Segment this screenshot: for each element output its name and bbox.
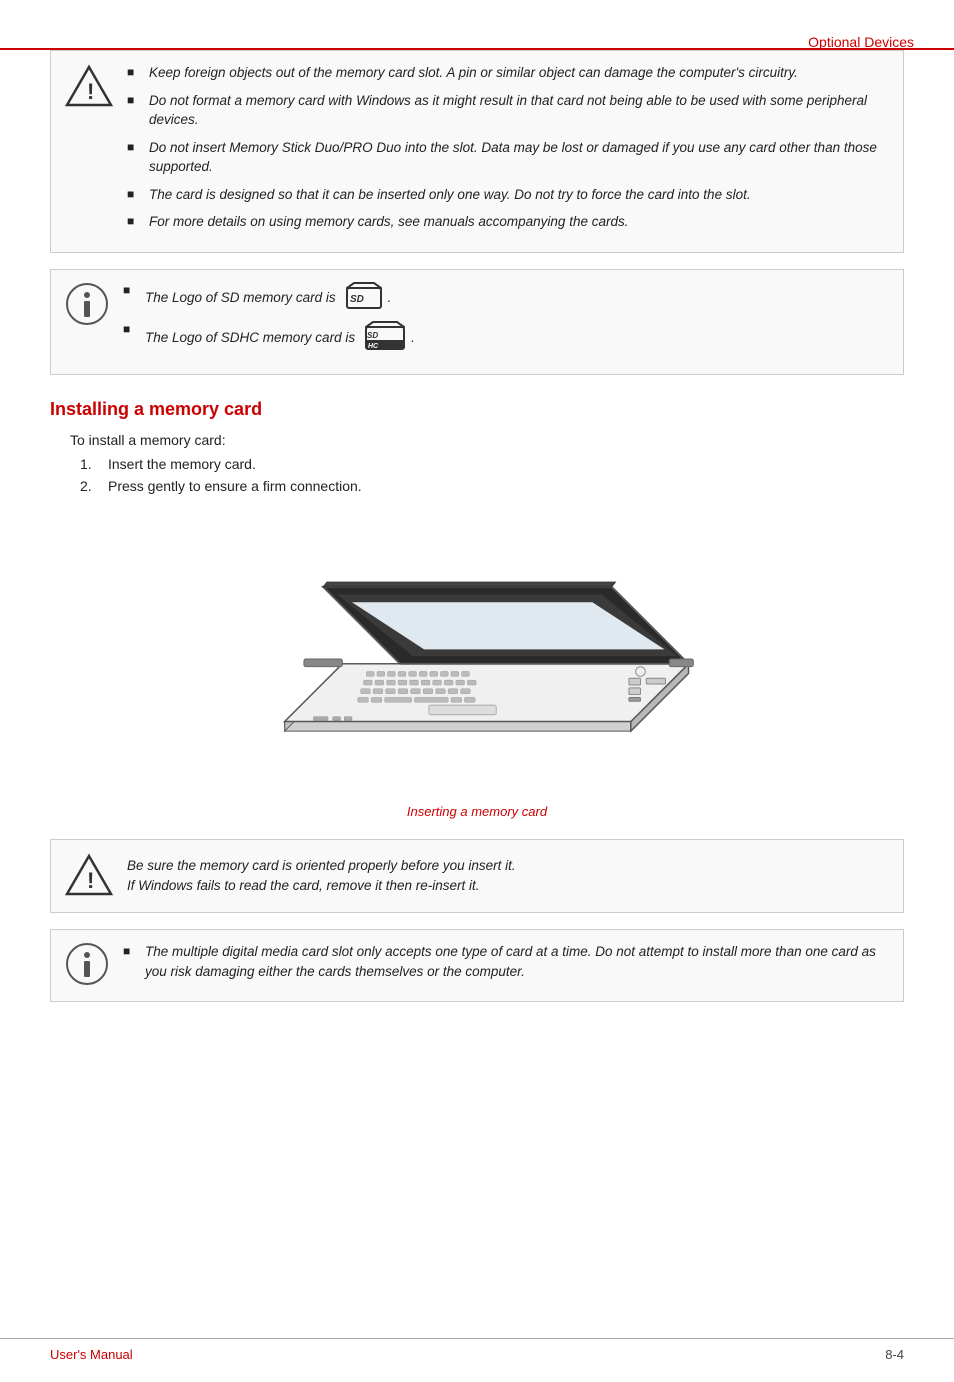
info-icon-2 bbox=[65, 942, 109, 986]
info-list-2: The multiple digital media card slot onl… bbox=[123, 942, 889, 981]
section-title: Optional Devices bbox=[808, 34, 914, 50]
caution-text-content: Be sure the memory card is oriented prop… bbox=[127, 856, 516, 897]
warning-item-1: Keep foreign objects out of the memory c… bbox=[127, 63, 889, 83]
warning-icon: ! bbox=[65, 63, 113, 111]
info-item-sd: The Logo of SD memory card is SD . bbox=[123, 282, 889, 313]
footer-manual-label: User's Manual bbox=[50, 1347, 133, 1362]
main-content: ! Keep foreign objects out of the memory… bbox=[0, 30, 954, 1066]
sd-logo-icon: SD bbox=[346, 282, 382, 313]
warning-box-1-content: Keep foreign objects out of the memory c… bbox=[127, 63, 889, 240]
warning-item-3: Do not insert Memory Stick Duo/PRO Duo i… bbox=[127, 138, 889, 177]
info-box-2-content: The multiple digital media card slot onl… bbox=[123, 942, 889, 989]
illustration-area: Inserting a memory card bbox=[50, 524, 904, 819]
info-item-sdhc: The Logo of SDHC memory card is SD HC . bbox=[123, 321, 889, 354]
page-container: Optional Devices ! Keep foreign objects … bbox=[0, 30, 954, 1382]
warning-item-5: For more details on using memory cards, … bbox=[127, 212, 889, 232]
svg-text:SD: SD bbox=[367, 331, 378, 340]
warning-list-1: Keep foreign objects out of the memory c… bbox=[127, 63, 889, 232]
svg-text:!: ! bbox=[87, 868, 94, 893]
caution-icon: ! bbox=[65, 852, 113, 900]
info-item-2-1: The multiple digital media card slot onl… bbox=[123, 942, 889, 981]
info-box-1-content: The Logo of SD memory card is SD . The L… bbox=[123, 282, 889, 362]
section-heading: Installing a memory card bbox=[50, 399, 904, 420]
svg-text:HC: HC bbox=[368, 343, 379, 350]
warning-box-1: ! Keep foreign objects out of the memory… bbox=[50, 50, 904, 253]
illustration-caption: Inserting a memory card bbox=[407, 804, 547, 819]
info-box-2: The multiple digital media card slot onl… bbox=[50, 929, 904, 1002]
info-icon-1 bbox=[65, 282, 109, 326]
footer-page-number: 8-4 bbox=[885, 1347, 904, 1362]
svg-text:!: ! bbox=[87, 79, 94, 104]
page-footer: User's Manual 8-4 bbox=[0, 1338, 954, 1362]
steps-list: 1. Insert the memory card. 2. Press gent… bbox=[80, 456, 904, 494]
caution-box: ! Be sure the memory card is oriented pr… bbox=[50, 839, 904, 913]
laptop-illustration bbox=[227, 524, 727, 794]
svg-text:SD: SD bbox=[350, 294, 364, 305]
intro-text: To install a memory card: bbox=[70, 432, 904, 448]
warning-item-4: The card is designed so that it can be i… bbox=[127, 185, 889, 205]
info-box-1: The Logo of SD memory card is SD . The L… bbox=[50, 269, 904, 375]
warning-item-2: Do not format a memory card with Windows… bbox=[127, 91, 889, 130]
page-header: Optional Devices bbox=[808, 34, 914, 50]
step-1: 1. Insert the memory card. bbox=[80, 456, 904, 472]
sdhc-logo-icon: SD HC bbox=[365, 321, 405, 354]
step-2: 2. Press gently to ensure a firm connect… bbox=[80, 478, 904, 494]
